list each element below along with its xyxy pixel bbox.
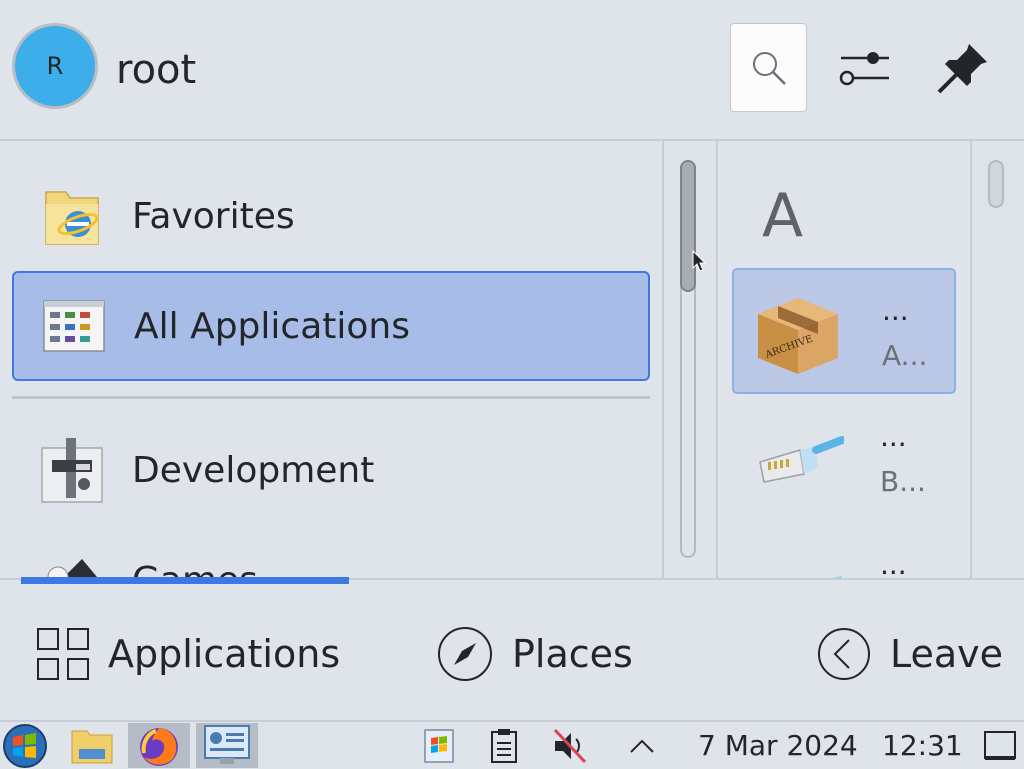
category-development[interactable]: Development	[12, 415, 650, 525]
pin-icon	[937, 44, 987, 94]
avatar-initial: R	[46, 52, 64, 80]
tray-expand-button[interactable]	[622, 723, 662, 768]
apps-scrollbar-thumb[interactable]	[988, 160, 1004, 208]
development-icon	[12, 425, 132, 515]
search-button[interactable]	[730, 23, 807, 112]
show-desktop-icon	[984, 730, 1016, 760]
tab-label: Leave	[890, 632, 1004, 676]
username-label: root	[116, 47, 197, 93]
panel-divider	[970, 141, 972, 578]
category-label: All Applications	[134, 305, 410, 347]
user-avatar[interactable]: R	[12, 23, 98, 109]
app-item[interactable]: ARCHIVE ... A...	[732, 268, 956, 394]
all-applications-icon	[14, 281, 134, 371]
tray-volume[interactable]	[546, 723, 592, 768]
taskbar-system-app[interactable]	[196, 723, 258, 768]
taskbar-firefox[interactable]	[128, 723, 190, 768]
settings-sliders-icon	[839, 52, 889, 86]
tray-clipboard[interactable]	[484, 723, 524, 768]
focus-indicator	[21, 577, 349, 584]
clipboard-icon	[491, 728, 517, 763]
app-title: ...	[882, 294, 909, 327]
tab-label: Places	[512, 632, 633, 676]
applications-grid-icon	[37, 628, 89, 680]
app-subtitle: A...	[882, 339, 928, 372]
tab-places[interactable]: Places	[436, 610, 633, 698]
app-item[interactable]: ... B...	[732, 396, 956, 522]
taskbar-file-manager[interactable]	[66, 723, 118, 768]
configure-button[interactable]	[830, 36, 900, 100]
app-subtitle: B...	[880, 465, 926, 498]
pin-button[interactable]	[928, 36, 998, 100]
category-favorites[interactable]: Favorites	[12, 161, 650, 271]
category-divider	[12, 396, 650, 399]
windows-orb-icon	[3, 723, 47, 768]
category-all-applications[interactable]: All Applications	[12, 271, 650, 381]
tab-label: Applications	[108, 632, 341, 676]
category-label: Favorites	[132, 195, 295, 237]
app-title: ...	[880, 548, 907, 579]
application-list: A ARCHIVE ... A... ... B... ...	[718, 141, 972, 578]
app-title: ...	[880, 420, 907, 453]
category-games[interactable]: Games	[12, 525, 650, 578]
network-cable-icon	[746, 410, 846, 508]
leave-button[interactable]: Leave	[816, 610, 1003, 698]
clock-date[interactable]: 7 Mar 2024	[698, 726, 858, 766]
category-list: Favorites All Applications Development	[0, 141, 662, 578]
compass-icon	[438, 627, 492, 681]
clock-time[interactable]: 12:31	[882, 726, 963, 766]
app-item[interactable]: ...	[732, 524, 956, 578]
category-label: Games	[132, 560, 258, 579]
favorites-folder-icon	[12, 171, 132, 261]
launcher-header: R root	[0, 0, 1024, 139]
tab-applications[interactable]: Applications	[36, 610, 340, 698]
firefox-icon	[140, 727, 178, 766]
start-menu-button[interactable]	[0, 723, 50, 768]
search-icon	[752, 51, 786, 85]
archive-box-icon: ARCHIVE	[748, 284, 846, 382]
mouse-cursor-icon	[692, 249, 707, 276]
windows-update-icon	[424, 728, 454, 763]
system-monitor-icon	[204, 724, 250, 764]
folder-icon	[71, 730, 113, 763]
chevron-up-icon	[630, 739, 654, 753]
section-header: A	[762, 181, 804, 251]
category-label: Development	[132, 449, 375, 491]
volume-muted-icon	[553, 728, 587, 763]
games-icon	[12, 535, 132, 578]
tray-windows-update[interactable]	[416, 723, 462, 768]
show-desktop-button[interactable]	[980, 723, 1020, 768]
leave-arrow-icon	[818, 628, 870, 680]
panel-divider	[662, 141, 664, 578]
app-icon	[746, 538, 844, 578]
